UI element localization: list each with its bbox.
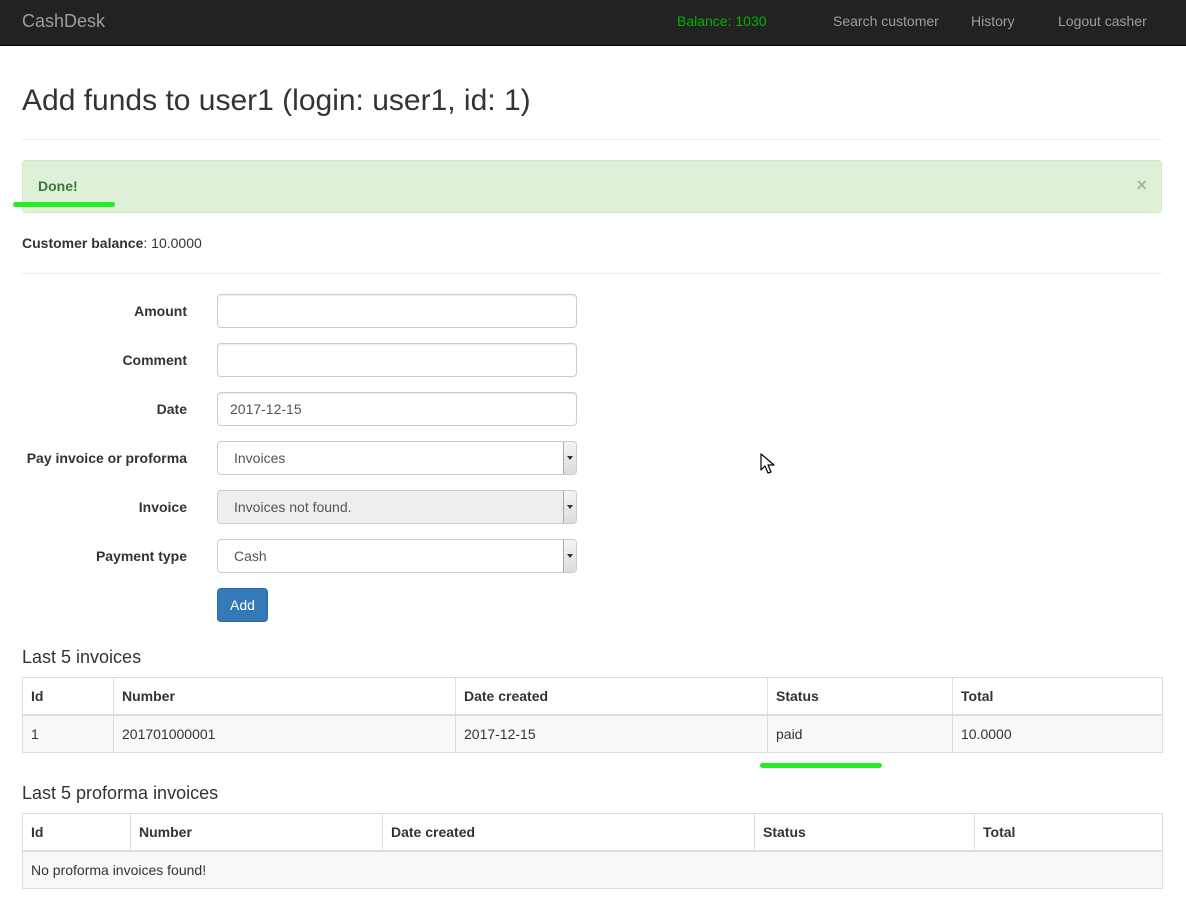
invoice-number-cell: 201701000001 [113,714,456,753]
payment-type-label: Payment type [95,548,187,564]
title-divider [22,139,1162,140]
balance-divider [22,273,1162,274]
payment-type-select[interactable]: Cash [217,539,577,573]
proformas-table: Id Number Date created Status Total No p… [22,813,1163,889]
brand-link[interactable]: CashDesk [22,11,105,32]
empty-proformas-message: No proforma invoices found! [22,850,1163,889]
invoices-table: Id Number Date created Status Total 1 20… [22,677,1163,753]
chevron-down-icon [563,442,576,474]
column-header: Total [974,813,1163,852]
column-header: Id [22,677,114,716]
comment-label: Comment [122,352,187,368]
page-title: Add funds to user1 (login: user1, id: 1) [22,84,531,117]
table-header-row: Id Number Date created Status Total [22,677,1163,716]
amount-label: Amount [134,303,187,319]
pay-select-value: Invoices [234,450,286,466]
nav-history[interactable]: History [971,13,1015,29]
add-button[interactable]: Add [217,588,268,622]
invoice-total-cell: 10.0000 [952,714,1163,753]
customer-balance-label: Customer balance [22,235,144,251]
cashdesk-balance: Balance: 1030 [677,13,767,29]
column-header: Status [754,813,975,852]
invoice-label: Invoice [138,499,187,515]
invoice-id-cell: 1 [22,714,114,753]
success-alert: Done! × [22,160,1162,213]
date-input[interactable] [217,392,577,426]
invoice-status-cell: paid [767,714,953,753]
column-header: Date created [455,677,768,716]
column-header: Number [113,677,456,716]
column-header: Id [22,813,131,852]
pay-invoice-or-proforma-select[interactable]: Invoices [217,441,577,475]
invoice-date-cell: 2017-12-15 [455,714,768,753]
alert-message: Done! [38,178,78,194]
nav-logout[interactable]: Logout casher [1058,13,1147,29]
date-label: Date [156,401,187,417]
proformas-section-title: Last 5 proforma invoices [22,783,219,803]
table-header-row: Id Number Date created Status Total [22,813,1163,852]
invoice-select[interactable]: Invoices not found. [217,490,577,524]
customer-balance-value: : 10.0000 [143,235,202,251]
nav-search-customer[interactable]: Search customer [833,13,939,29]
table-row: No proforma invoices found! [22,850,1163,889]
chevron-down-icon [563,491,576,523]
column-header: Number [130,813,383,852]
column-header: Status [767,677,953,716]
highlight-underline-done [13,202,115,207]
customer-balance: Customer balance: 10.0000 [22,235,202,251]
close-icon[interactable]: × [1136,176,1147,194]
highlight-underline-paid [760,763,882,768]
column-header: Total [952,677,1163,716]
invoices-section-title: Last 5 invoices [22,647,142,667]
amount-input[interactable] [217,294,577,328]
payment-type-select-value: Cash [234,548,267,564]
table-row: 1 201701000001 2017-12-15 paid 10.0000 [22,714,1163,753]
comment-input[interactable] [217,343,577,377]
invoice-select-value: Invoices not found. [234,499,352,515]
column-header: Date created [382,813,755,852]
mouse-pointer-icon [760,453,775,474]
top-navbar: CashDesk Balance: 1030 Search customer H… [0,0,1186,46]
pay-type-label: Pay invoice or proforma [26,450,187,466]
chevron-down-icon [563,540,576,572]
